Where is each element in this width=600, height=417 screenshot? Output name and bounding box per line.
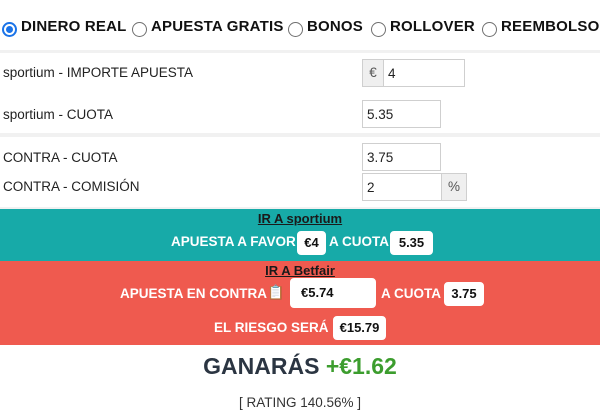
risk-label: EL RIESGO SERÁ bbox=[214, 320, 329, 335]
clipboard-icon[interactable]: 📋 bbox=[267, 284, 284, 301]
lay-odds-input[interactable]: 3.75 bbox=[362, 143, 441, 171]
radio-unselected-icon[interactable] bbox=[371, 22, 386, 37]
lay-odds-label: CONTRA - CUOTA bbox=[3, 150, 118, 165]
percent-addon: % bbox=[441, 173, 467, 201]
profit-summary: GANARÁS +€1.62 bbox=[0, 353, 600, 380]
bet-mode-selector: DINERO REAL APUESTA GRATIS BONOS ROLLOVE… bbox=[0, 0, 600, 50]
radio-unselected-icon[interactable] bbox=[288, 22, 303, 37]
mode-option-dinero-real[interactable]: DINERO REAL bbox=[2, 16, 127, 37]
lay-odds-text: A CUOTA bbox=[381, 286, 441, 301]
profit-amount: +€1.62 bbox=[325, 353, 397, 379]
back-odds-input[interactable]: 5.35 bbox=[362, 100, 441, 128]
commission-input[interactable]: 2 bbox=[362, 173, 442, 201]
radio-selected-icon[interactable] bbox=[2, 22, 17, 37]
lay-bet-label: APUESTA EN CONTRA bbox=[120, 286, 268, 301]
lay-stake-value: €5.74 bbox=[290, 278, 376, 308]
mode-label: APUESTA GRATIS bbox=[151, 18, 284, 35]
back-odds-value: 5.35 bbox=[390, 231, 433, 255]
mode-label: REEMBOLSO bbox=[501, 18, 600, 35]
risk-value: €15.79 bbox=[333, 316, 386, 340]
back-stake-value: €4 bbox=[297, 231, 326, 255]
radio-unselected-icon[interactable] bbox=[482, 22, 497, 37]
lay-instruction-band: IR A Betfair APUESTA EN CONTRA 📋 €5.74 A… bbox=[0, 261, 600, 345]
mode-label: BONOS bbox=[307, 18, 364, 35]
mode-option-bonos[interactable]: BONOS bbox=[288, 16, 363, 37]
go-to-bookmaker-link[interactable]: IR A sportium bbox=[0, 211, 600, 226]
mode-label: DINERO REAL bbox=[21, 18, 127, 35]
back-odds-text: A CUOTA bbox=[329, 234, 389, 249]
mode-option-reembolso[interactable]: REEMBOLSO bbox=[482, 16, 599, 37]
back-bet-label: APUESTA A FAVOR bbox=[171, 234, 296, 249]
mode-label: ROLLOVER bbox=[390, 18, 475, 35]
back-bet-panel: sportium - IMPORTE APUESTA € 4 sportium … bbox=[0, 53, 600, 133]
radio-unselected-icon[interactable] bbox=[132, 22, 147, 37]
rating-text: [ RATING 140.56% ] bbox=[238, 395, 362, 410]
euro-addon: € bbox=[362, 59, 384, 87]
back-instruction-band: IR A sportium APUESTA A FAVOR €4 A CUOTA… bbox=[0, 209, 600, 261]
stake-label: sportium - IMPORTE APUESTA bbox=[3, 65, 194, 80]
commission-label: CONTRA - COMISIÓN bbox=[3, 179, 140, 194]
profit-label: GANARÁS bbox=[203, 353, 320, 379]
lay-odds-value: 3.75 bbox=[444, 282, 484, 306]
lay-bet-panel: CONTRA - CUOTA 3.75 CONTRA - COMISIÓN 2 … bbox=[0, 137, 600, 207]
result-panel: GANARÁS +€1.62 [ RATING 140.56% ] bbox=[0, 345, 600, 417]
mode-option-apuesta-gratis[interactable]: APUESTA GRATIS bbox=[132, 16, 284, 37]
back-odds-label: sportium - CUOTA bbox=[3, 107, 114, 122]
mode-option-rollover[interactable]: ROLLOVER bbox=[371, 16, 475, 37]
stake-input[interactable]: 4 bbox=[383, 59, 465, 87]
go-to-exchange-link[interactable]: IR A Betfair bbox=[0, 263, 600, 278]
